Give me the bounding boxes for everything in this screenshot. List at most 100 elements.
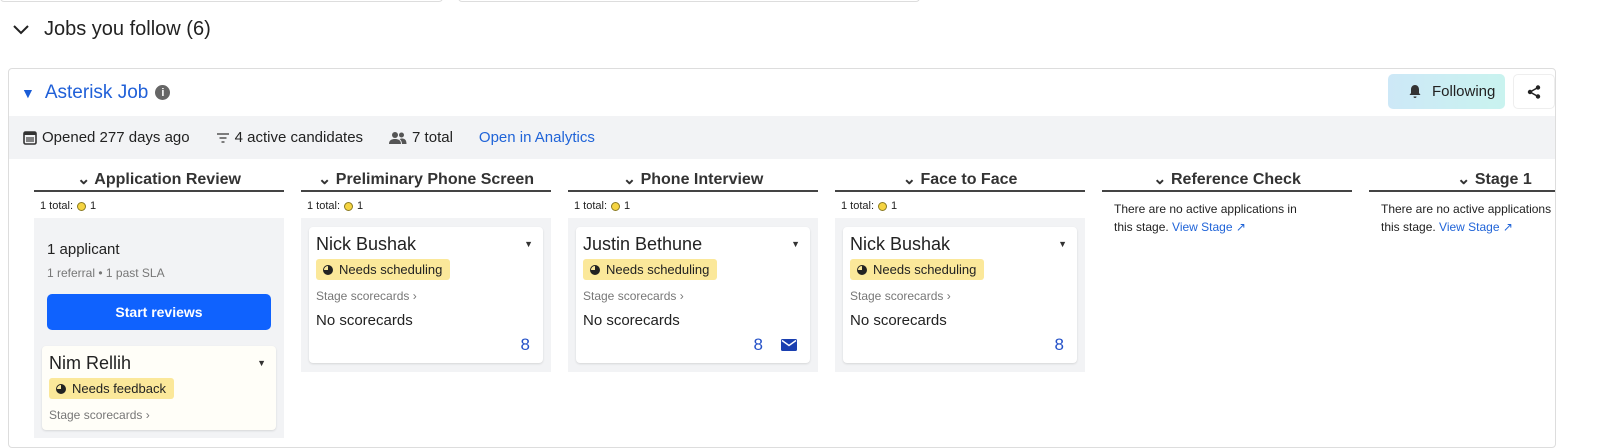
caret-down-icon[interactable]: ▼ [524, 239, 533, 249]
job-meta-bar: Opened 277 days ago 4 active candidates … [9, 116, 1555, 159]
open-in-analytics-link[interactable]: Open in Analytics [479, 129, 595, 146]
candidate-card[interactable]: Nick Bushak ▼ Needs scheduling Stage sco… [843, 227, 1077, 363]
empty-stage-message: There are no active applications in this … [1381, 200, 1556, 236]
active-candidates-text: 4 active candidates [234, 129, 364, 146]
view-stage-label: View Stage [1439, 220, 1500, 234]
status-text: Needs scheduling [339, 262, 443, 277]
candidate-card[interactable]: Nick Bushak ▼ Needs scheduling Stage sco… [309, 227, 543, 363]
candidate-name[interactable]: Nick Bushak [850, 234, 1070, 255]
stage-header-stage-1[interactable]: ⌄ Stage 1 [1369, 169, 1555, 192]
empty-text: There are no active applications in [1381, 202, 1556, 216]
info-icon[interactable]: i [155, 85, 171, 100]
status-dot-icon [878, 201, 888, 211]
stage-header-reference-check[interactable]: ⌄ Reference Check [1102, 169, 1352, 192]
status-badge: Needs scheduling [316, 259, 451, 280]
chevron-down-icon: ⌄ [317, 171, 332, 188]
status-badge: Needs scheduling [583, 259, 718, 280]
applicant-sub: 1 referral • 1 past SLA [47, 266, 165, 280]
total-label: 1 total: [841, 200, 875, 212]
status-text: Needs scheduling [606, 262, 710, 277]
stage-header-face-to-face[interactable]: ⌄ Face to Face [835, 169, 1085, 192]
candidate-card[interactable]: Nim Rellih ▼ Needs feedback Stage scorec… [42, 346, 276, 430]
candidate-name[interactable]: Justin Bethune [583, 234, 803, 255]
stage-header-application-review[interactable]: ⌄ Application Review [34, 169, 284, 192]
stage-scorecards-link[interactable]: Stage scorecards › [316, 289, 536, 303]
opened-text: Opened 277 days ago [42, 129, 190, 146]
caret-down-icon[interactable]: ▼ [791, 239, 800, 249]
external-link-icon: ↗ [1502, 220, 1513, 234]
chevron-down-icon: ⌄ [1153, 171, 1167, 188]
previous-card-fragment [458, 0, 920, 2]
candidate-name[interactable]: Nim Rellih [49, 353, 269, 374]
pie-icon [857, 264, 867, 275]
stage-total: 1 total: 1 [574, 200, 818, 212]
calendar-icon [23, 131, 37, 145]
caret-down-icon[interactable]: ▼ [257, 358, 266, 368]
section-title: Jobs you follow (6) [44, 18, 211, 40]
external-link-icon: ↗ [1235, 220, 1246, 234]
start-reviews-button[interactable]: Start reviews [47, 294, 271, 330]
previous-card-fragment [0, 0, 443, 2]
collapse-triangle-icon[interactable]: ▼ [21, 85, 35, 101]
status-text: Needs scheduling [873, 262, 977, 277]
pie-icon [590, 264, 600, 275]
referral-icon[interactable]: 8 [754, 335, 763, 355]
stage-total: 1 total: 1 [307, 200, 551, 212]
people-icon [389, 132, 407, 144]
job-card: ▼ Asterisk Job i Following Opened 277 da… [8, 68, 1556, 448]
total-count: 1 [891, 200, 898, 212]
empty-text: this stage. [1114, 220, 1169, 234]
candidate-name[interactable]: Nick Bushak [316, 234, 536, 255]
total-label: 1 total: [574, 200, 608, 212]
empty-text: There are no active applications in [1114, 202, 1297, 216]
chevron-down-icon: ⌄ [902, 171, 916, 188]
stage-scorecards-link[interactable]: Stage scorecards › [49, 408, 269, 422]
no-scorecards-text: No scorecards [316, 312, 413, 329]
stage-name: Preliminary Phone Screen [335, 171, 535, 188]
chevron-down-icon [13, 24, 29, 34]
section-toggle[interactable]: Jobs you follow (6) [12, 18, 211, 41]
status-dot-icon [344, 201, 354, 211]
stage-name: Reference Check [1171, 171, 1301, 188]
total-label: 1 total: [307, 200, 341, 212]
total-count: 1 [624, 200, 631, 212]
stage-name: Phone Interview [640, 171, 764, 188]
view-stage-link[interactable]: View Stage ↗ [1172, 220, 1246, 234]
envelope-icon[interactable] [781, 339, 797, 351]
stage-name: Face to Face [920, 171, 1018, 188]
chevron-down-icon: ⌄ [622, 171, 637, 188]
status-dot-icon [77, 201, 87, 211]
filter-icon [216, 132, 229, 143]
referral-icon[interactable]: 8 [521, 335, 530, 355]
empty-stage-message: There are no active applications in this … [1114, 200, 1354, 236]
job-title-link[interactable]: Asterisk Job [45, 82, 148, 104]
applicant-count: 1 applicant [47, 241, 120, 258]
view-stage-label: View Stage [1172, 220, 1233, 234]
share-button[interactable] [1513, 74, 1555, 109]
stage-name: Application Review [94, 171, 241, 188]
stage-name: Stage 1 [1474, 171, 1532, 188]
total-label: 1 total: [40, 200, 74, 212]
stage-header-preliminary-phone-screen[interactable]: ⌄ Preliminary Phone Screen [301, 169, 551, 192]
stage-scorecards-link[interactable]: Stage scorecards › [583, 289, 803, 303]
following-label: Following [1432, 83, 1496, 100]
stage-total: 1 total: 1 [40, 200, 284, 212]
caret-down-icon[interactable]: ▼ [1058, 239, 1067, 249]
status-badge: Needs scheduling [850, 259, 985, 280]
total-text: 7 total [412, 129, 453, 146]
stage-total: 1 total: 1 [841, 200, 1085, 212]
total-count: 1 [90, 200, 97, 212]
pie-icon [323, 264, 333, 275]
stage-scorecards-link[interactable]: Stage scorecards › [850, 289, 1070, 303]
status-dot-icon [611, 201, 621, 211]
chevron-down-icon: ⌄ [1457, 171, 1471, 188]
view-stage-link[interactable]: View Stage ↗ [1439, 220, 1513, 234]
stage-header-phone-interview[interactable]: ⌄ Phone Interview [568, 169, 818, 192]
no-scorecards-text: No scorecards [850, 312, 947, 329]
status-badge: Needs feedback [49, 378, 174, 399]
referral-icon[interactable]: 8 [1055, 335, 1064, 355]
candidate-card[interactable]: Justin Bethune ▼ Needs scheduling Stage … [576, 227, 810, 363]
following-button[interactable]: Following [1388, 74, 1505, 109]
status-text: Needs feedback [72, 381, 166, 396]
pie-icon [56, 383, 66, 394]
